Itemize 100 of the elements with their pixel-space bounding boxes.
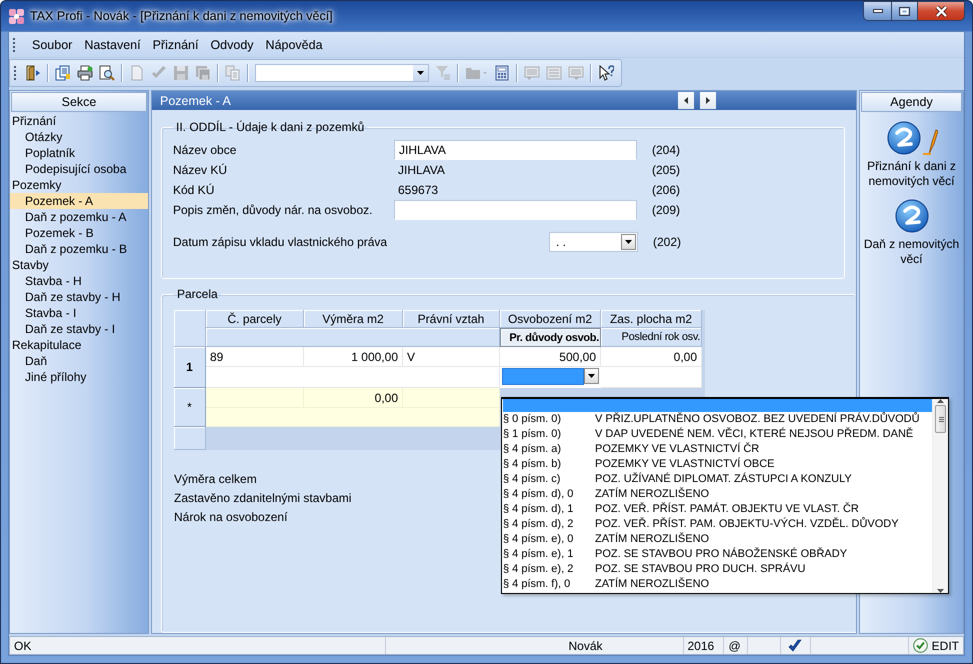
grip-handle-icon[interactable] [13, 36, 16, 52]
tree-item[interactable]: Rekapitulace [10, 337, 148, 353]
menu-item[interactable]: Soubor [26, 36, 78, 54]
field-code: (209) [652, 203, 680, 217]
row-header[interactable]: * [174, 388, 206, 427]
section-header: Sekce [11, 92, 147, 112]
summary-label: Zastavěno zdanitelnými stavbami [174, 490, 352, 507]
scrollbar[interactable] [932, 399, 948, 593]
list-option[interactable]: § 4 písm. a) POZEMKY VE VLASTNICTVÍ ČR [503, 442, 932, 457]
minimize-button[interactable] [863, 1, 892, 21]
field-label: Název KÚ [173, 163, 228, 177]
close-button[interactable] [918, 1, 965, 21]
maximize-button[interactable] [892, 1, 918, 21]
agenda-item[interactable]: Daň z nemovitých věcí [860, 198, 963, 267]
tree-item[interactable]: Poplatník [10, 145, 148, 161]
section-header: Agendy [861, 92, 962, 112]
list-option[interactable]: § 4 písm. e), 2 POZ. SE STAVBOU PRO DUCH. SPRÁVU [503, 562, 932, 577]
tree-item[interactable]: Jiné přílohy [10, 369, 148, 385]
field-label: Datum zápisu vkladu vlastnického práva [173, 235, 388, 249]
table-cell: 500,00 [500, 347, 601, 367]
column-header[interactable]: Zas. plocha m2 [601, 310, 702, 328]
table-corner [174, 310, 206, 347]
list-option[interactable]: § 4 písm. e), 0 ZATÍM NEROZLIŠENO [503, 532, 932, 547]
tree-item[interactable]: Pozemek - A [10, 193, 148, 209]
scroll-thumb[interactable] [935, 405, 946, 433]
tree-item[interactable]: Daň ze stavby - H [10, 289, 148, 305]
tree-item[interactable]: Podepisující osoba [10, 161, 148, 177]
field-value: JIHLAVA [397, 162, 446, 179]
field-code: (206) [652, 183, 680, 197]
column-header[interactable]: Č. parcely [206, 310, 304, 328]
grip-handle-icon[interactable] [14, 65, 17, 81]
tree-item[interactable]: Daň z pozemku - A [10, 209, 148, 225]
scroll-right-button[interactable] [700, 92, 716, 109]
list-option[interactable]: § 4 písm. c) POZ. UŽÍVANÉ DIPLOMAT. ZÁSTUPCI A KONZULY [503, 472, 932, 487]
menu-item[interactable]: Nastavení [78, 36, 147, 54]
list-option[interactable]: § 4 písm. b) POZEMKY VE VLASTNICTVÍ OBCE [503, 457, 932, 472]
dropdown-arrow-icon[interactable] [588, 374, 595, 378]
list-option[interactable]: § 0 písm. 0) V PŘIZ.UPLATNĚNO OSVOBOZ. BEZ UVEDENÍ PRÁV.DŮVODŮ [503, 412, 932, 427]
scroll-right-icon [706, 97, 710, 104]
list-option[interactable]: § 4 písm. d), 2 POZ. VEŘ. PŘÍST. PAM. OBJEKTU-VÝCH. VZDĚL. DŮVODY [503, 517, 932, 532]
field-code: (204) [652, 143, 680, 157]
window-title: TAX Profi - Novák - [Přiznání k dani z nemovitých věcí] [30, 9, 333, 23]
list-option[interactable]: § 4 písm. d), 0 ZATÍM NEROZLIŠENO [503, 487, 932, 502]
agenda-icon [894, 198, 930, 234]
status-message: OK [10, 637, 386, 654]
tree-item[interactable]: Daň [10, 353, 148, 369]
app-logo-icon [9, 8, 24, 24]
table-cell: 89 [206, 347, 304, 367]
field-label: Název obce [173, 143, 238, 157]
tree-item[interactable]: Stavba - H [10, 273, 148, 289]
scroll-left-icon [684, 97, 688, 104]
minimize-icon[interactable] [872, 9, 882, 13]
row-header[interactable]: 1 [174, 347, 206, 388]
tree-item[interactable]: Pozemky [10, 177, 148, 193]
panel-title: Pozemek - A [160, 94, 231, 108]
tree-item[interactable]: Stavby [10, 257, 148, 273]
date-combo-box[interactable]: . . [549, 232, 638, 252]
reason-combo-box[interactable] [500, 367, 601, 388]
table-cell: 1 000,00 [304, 347, 403, 367]
tree-item[interactable]: Pozemek - B [10, 225, 148, 241]
input-field[interactable]: JIHLAVA [394, 140, 637, 160]
table-cell: V [403, 347, 500, 367]
column-header[interactable]: Výměra m2 [304, 310, 403, 328]
table-cell: 0,00 [304, 388, 403, 408]
menu-item[interactable]: Odvody [204, 36, 260, 54]
list-option[interactable]: § 4 písm. e), 1 POZ. SE STAVBOU PRO NÁBOŽENSKÉ OBŘADY [503, 547, 932, 562]
status-user: Novák [568, 638, 602, 652]
tree-item[interactable]: Přiznání [10, 113, 148, 129]
agenda-item[interactable]: Přiznání k dani z nemovitých věcí [860, 120, 963, 189]
summary-label: Výměra celkem [174, 471, 257, 488]
list-option[interactable]: § 4 písm. d), 1 POZ. VEŘ. PŘÍST. PAMÁT. OBJEKTU VE VLAST. ČR [503, 502, 932, 517]
checkmark-icon [788, 638, 802, 652]
field-label: Popis změn, důvody nár. na osvoboz. [173, 203, 374, 217]
menu-item[interactable]: Přiznání [146, 36, 204, 54]
scroll-down-icon[interactable] [937, 589, 944, 593]
dropdown-arrow-icon[interactable] [625, 240, 632, 244]
close-icon[interactable] [934, 6, 948, 16]
column-header[interactable]: Osvobození m2 [500, 310, 601, 328]
status-mode: EDIT [932, 638, 960, 652]
input-field[interactable] [394, 200, 637, 220]
field-code: (202) [653, 235, 682, 249]
tree-item[interactable]: Daň ze stavby - I [10, 321, 148, 337]
field-code: (205) [652, 163, 680, 177]
menu-item[interactable]: Nápověda [260, 36, 329, 54]
scroll-up-icon[interactable] [937, 399, 944, 403]
tree-item[interactable]: Daň z pozemku - B [10, 241, 148, 257]
tree-item[interactable]: Stavba - I [10, 305, 148, 321]
list-option[interactable]: § 4 písm. f), 0 ZATÍM NEROZLIŠENO [503, 577, 932, 592]
column-header[interactable]: Právní vztah [403, 310, 500, 328]
summary-label: Nárok na osvobození [174, 509, 288, 526]
tree-item[interactable]: Otázky [10, 129, 148, 145]
scroll-left-button[interactable] [678, 92, 694, 109]
status-year: 2016 [684, 637, 724, 654]
section-title: Parcela [176, 287, 219, 301]
list-option[interactable]: § 1 písm. 0) V DAP UVEDENÉ NEM. VĚCI, KTERÉ NEJSOU PŘEDM. DANĚ [503, 427, 932, 442]
column-header[interactable]: Pr. důvody osvob. [500, 328, 601, 347]
column-header[interactable]: Poslední rok osv. [601, 328, 702, 347]
agenda-edit-icon [886, 120, 938, 156]
maximize-icon[interactable] [899, 6, 910, 16]
dropdown-arrow-icon[interactable] [417, 71, 424, 75]
